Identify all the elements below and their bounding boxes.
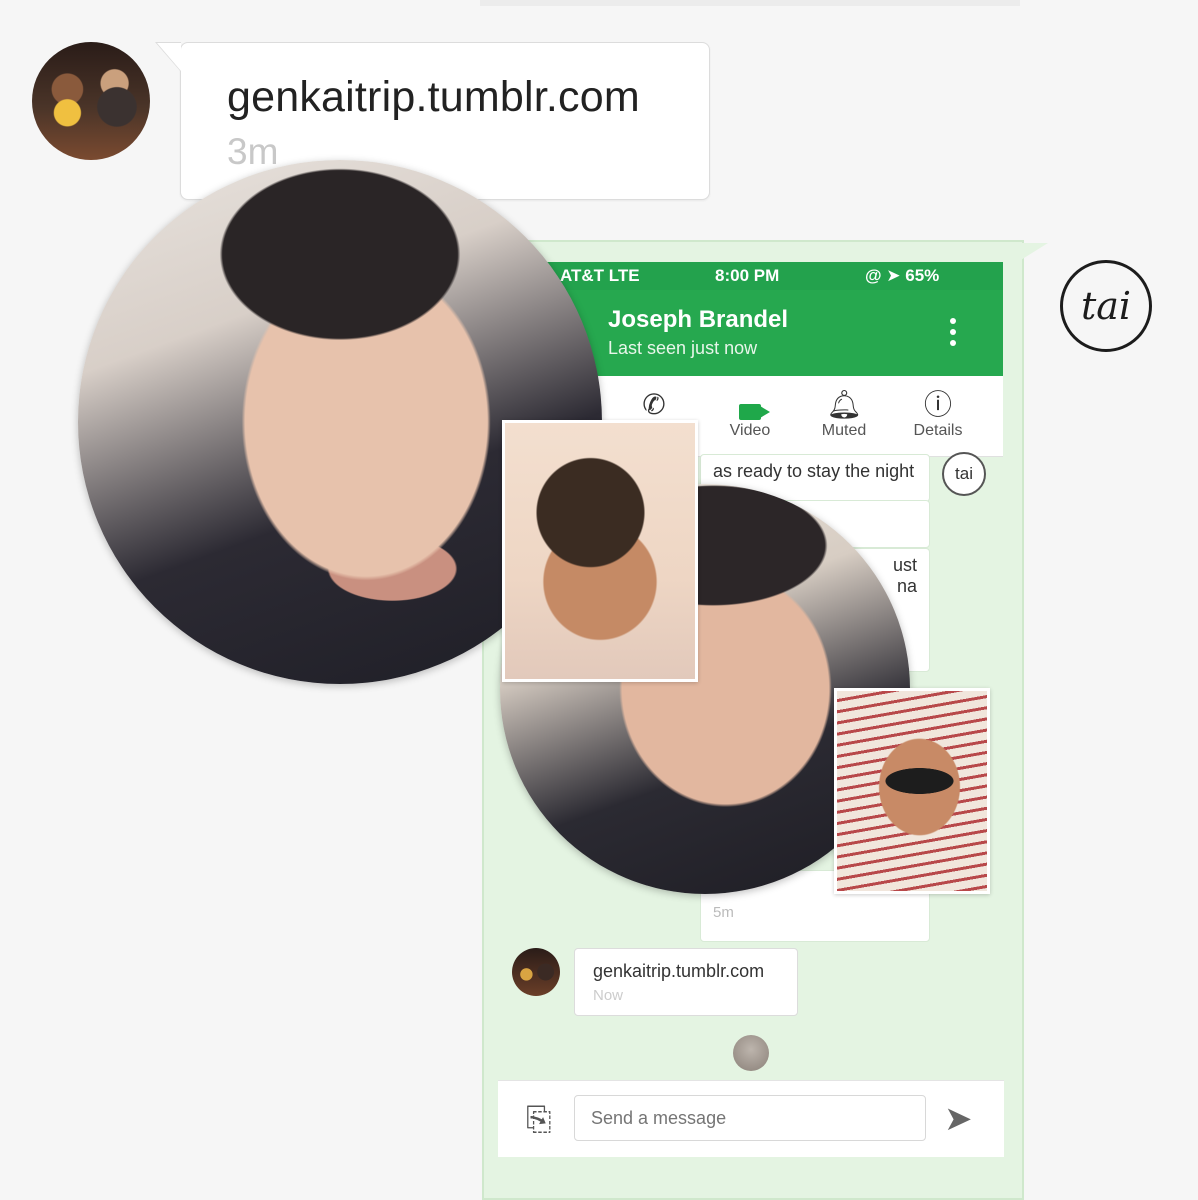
bell-icon: 🔔︎ [826, 389, 862, 420]
message-time: 3m [227, 131, 279, 172]
video-button[interactable]: Video [710, 388, 790, 440]
compose-bar: ⎘ ➤ [498, 1080, 1004, 1157]
message-time: Now [593, 987, 624, 1004]
overflow-menu-icon[interactable] [950, 318, 956, 351]
avatar[interactable] [32, 42, 150, 160]
clock-label: 8:00 PM [715, 266, 780, 285]
info-icon: ⓘ [923, 389, 952, 420]
chat-header: Joseph Brandel Last seen just now [540, 290, 1003, 376]
video-thumbnail [834, 688, 990, 894]
video-icon [710, 388, 790, 422]
top-divider [480, 0, 1020, 6]
muted-label: Muted [821, 422, 867, 439]
call-button[interactable]: ✆ [614, 388, 694, 422]
carrier-label: AT&T LTE [560, 266, 640, 285]
message-input[interactable] [574, 1095, 926, 1141]
avatar[interactable] [512, 948, 560, 996]
phone-icon: ✆ [642, 389, 666, 420]
battery-label: @ ➤ 65% [865, 266, 940, 285]
sender-logo: tai [942, 452, 986, 496]
video-thumbnail [502, 420, 698, 682]
status-bar: AT&T LTE 8:00 PM @ ➤ 65% [540, 262, 1003, 290]
attach-icon[interactable]: ⎘ [526, 1101, 552, 1139]
logo-text: tai [1080, 284, 1132, 328]
contact-status: Last seen just now [608, 338, 758, 358]
video-label: Video [729, 422, 771, 439]
message-text: genkaitrip.tumblr.com [593, 961, 765, 981]
contact-name[interactable]: Joseph Brandel [608, 306, 788, 334]
details-label: Details [913, 422, 963, 439]
message-bubble[interactable]: genkaitrip.tumblr.com Now [574, 948, 798, 1016]
muted-button[interactable]: 🔔︎ Muted [804, 388, 884, 440]
send-icon[interactable]: ➤ [944, 1099, 973, 1139]
message-text: genkaitrip.tumblr.com [227, 73, 640, 121]
phone-bubble-tail [1000, 243, 1048, 273]
brand-logo: tai [1060, 260, 1152, 352]
message-time: 5m [713, 904, 734, 921]
details-button[interactable]: ⓘ Details [898, 388, 978, 440]
read-receipt-avatar [733, 1035, 769, 1071]
